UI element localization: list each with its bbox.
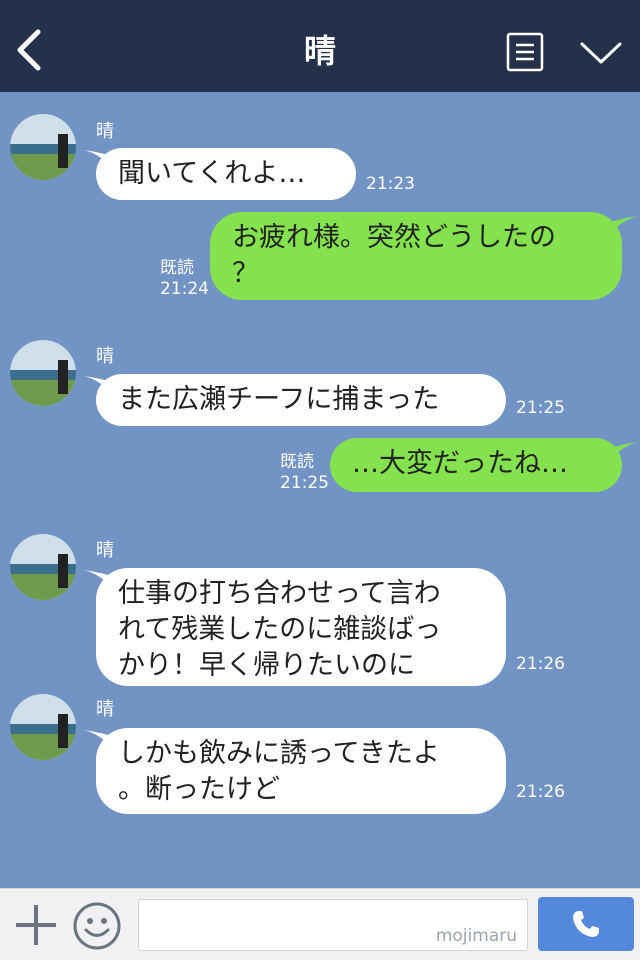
message-time: 21:26 (516, 782, 565, 802)
avatar-image (10, 114, 76, 180)
message-bubble[interactable]: しかも飲みに誘ってきたよ 。断ったけど (96, 728, 506, 814)
read-receipt: 既読 (160, 258, 194, 278)
read-receipt: 既読 (280, 452, 314, 472)
sender-name: 晴 (96, 121, 114, 142)
emoji-button[interactable] (72, 901, 122, 951)
chat-title: 晴 (303, 32, 336, 70)
message-bubble[interactable]: 仕事の打ち合わせって言わ れて残業したのに雑談ばっ かり！早く帰りたいのに (96, 568, 506, 686)
avatar[interactable] (10, 694, 76, 760)
call-button[interactable] (538, 897, 634, 951)
collapse-button[interactable] (578, 36, 624, 68)
avatar-image (10, 340, 76, 406)
plus-icon (16, 905, 56, 945)
avatar[interactable] (10, 114, 76, 180)
bubble-tail (610, 216, 638, 234)
message-bubble[interactable]: 聞いてくれよ… (96, 148, 356, 200)
add-button[interactable] (14, 903, 58, 947)
message-time: 21:23 (366, 174, 415, 194)
avatar-image (10, 534, 76, 600)
chat-header: 晴 (0, 0, 640, 92)
chevron-down-icon (580, 42, 622, 64)
message-time: 21:25 (516, 398, 565, 418)
sender-name: 晴 (96, 346, 114, 367)
message-bubble[interactable]: また広瀬チーフに捕まった (96, 374, 506, 426)
message-bubble[interactable]: お疲れ様。突然どうしたの ？ (210, 212, 622, 300)
smiley-icon (73, 902, 121, 950)
message-time: 21:24 (160, 279, 209, 299)
composer-bar: mojimaru (0, 888, 640, 960)
sender-name: 晴 (96, 699, 114, 720)
phone-icon (573, 911, 599, 937)
sender-name: 晴 (96, 540, 114, 561)
menu-button[interactable] (506, 32, 544, 72)
message-list[interactable]: 晴 聞いてくれよ… 21:23 既読 21:24 お疲れ様。突然どうしたの ？ … (0, 92, 640, 888)
bubble-tail (610, 442, 638, 460)
watermark-text: mojimaru (435, 926, 517, 946)
list-icon (506, 32, 544, 72)
avatar[interactable] (10, 534, 76, 600)
message-time: 21:25 (280, 473, 329, 493)
avatar[interactable] (10, 340, 76, 406)
message-time: 21:26 (516, 654, 565, 674)
avatar-image (10, 694, 76, 760)
message-input[interactable]: mojimaru (138, 899, 528, 951)
message-bubble[interactable]: …大変だったね… (330, 438, 622, 492)
